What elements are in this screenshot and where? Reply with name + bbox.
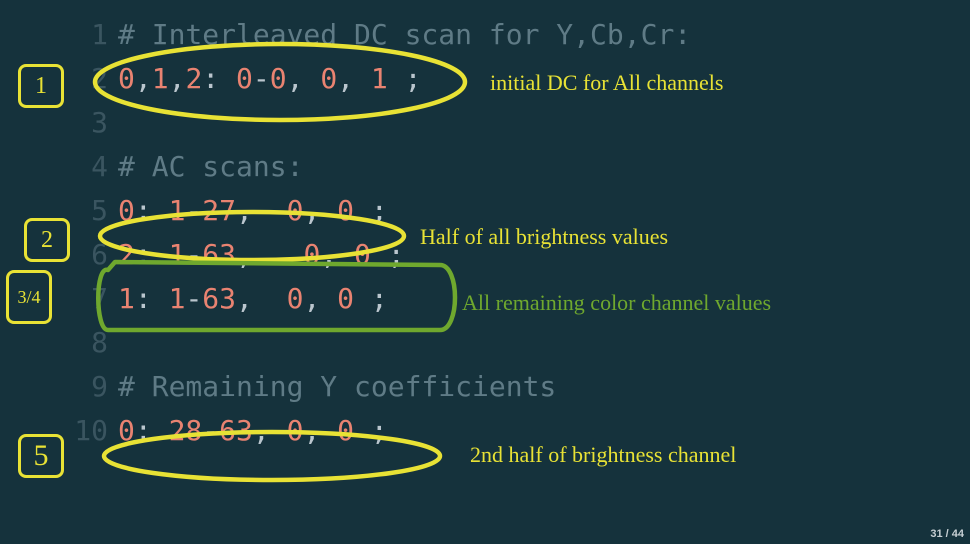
code-line-content: # Remaining Y coefficients <box>118 370 556 403</box>
step-marker-3-4: 3/4 <box>6 270 52 324</box>
code-line: 8 <box>0 326 691 370</box>
line-number: 1 <box>0 18 118 51</box>
code-line-content: # Interleaved DC scan for Y,Cb,Cr: <box>118 18 691 51</box>
line-number: 3 <box>0 106 118 139</box>
annotation-color-channels: All remaining color channel values <box>462 290 771 316</box>
line-number: 9 <box>0 370 118 403</box>
code-line-content: 2: 1-63, 0, 0 ; <box>118 238 405 271</box>
code-line-content: 0,1,2: 0-0, 0, 1 ; <box>118 62 421 95</box>
code-line-content: 0: 28-63, 0, 0 ; <box>118 414 388 447</box>
code-line-content: # AC scans: <box>118 150 303 183</box>
code-line: 4# AC scans: <box>0 150 691 194</box>
code-line: 9# Remaining Y coefficients <box>0 370 691 414</box>
annotation-ac-half: Half of all brightness values <box>420 224 668 250</box>
code-line-content: 0: 1-27, 0, 0 ; <box>118 194 388 227</box>
annotation-remaining-y: 2nd half of brightness channel <box>470 442 736 468</box>
line-number: 8 <box>0 326 118 359</box>
step-marker-5: 5 <box>18 434 64 478</box>
step-marker-2: 2 <box>24 218 70 262</box>
code-line-content: 1: 1-63, 0, 0 ; <box>118 282 388 315</box>
slide-counter: 31 / 44 <box>930 528 964 540</box>
code-line: 3 <box>0 106 691 150</box>
code-line: 1# Interleaved DC scan for Y,Cb,Cr: <box>0 18 691 62</box>
step-marker-1: 1 <box>18 64 64 108</box>
line-number: 4 <box>0 150 118 183</box>
annotation-dc: initial DC for All channels <box>490 70 723 96</box>
